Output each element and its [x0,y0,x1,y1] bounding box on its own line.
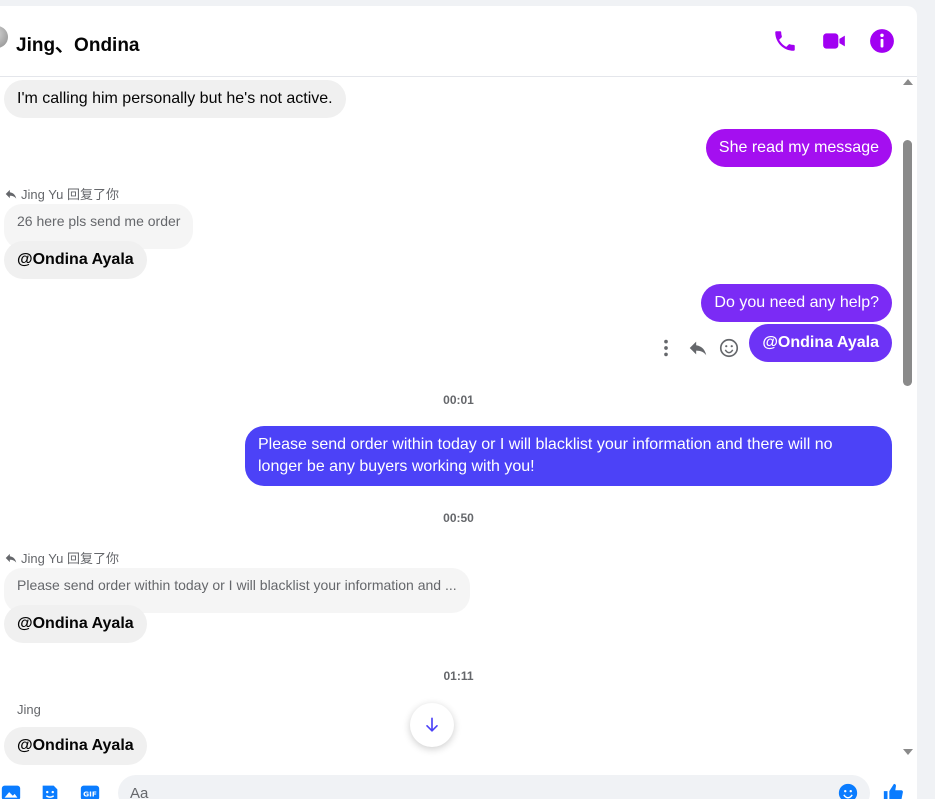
timestamp: 00:50 [443,511,474,525]
message-bubble[interactable]: @Ondina Ayala [4,241,147,279]
message-input[interactable] [118,775,870,799]
message-bubble[interactable]: @Ondina Ayala [749,324,892,362]
video-camera-icon[interactable] [821,28,847,54]
message-bubble[interactable]: I'm calling him personally but he's not … [4,80,346,118]
phone-icon[interactable] [772,28,798,54]
react-emoji-icon[interactable] [718,337,740,359]
message-bubble[interactable]: @Ondina Ayala [4,727,147,765]
avatar[interactable] [0,26,8,48]
gif-icon[interactable]: GIF [79,782,101,799]
chat-window: Jing、Ondina I'm calling him personally b… [0,6,917,799]
timestamp: 00:01 [443,393,474,407]
info-icon[interactable] [869,28,895,54]
reply-label-text: Jing Yu 回复了你 [21,551,120,566]
reply-label: Jing Yu 回复了你 [4,184,119,203]
message-bubble[interactable]: Please send order within today or I will… [245,426,892,486]
reply-icon [5,189,17,199]
arrow-down-icon [426,717,438,732]
chat-header: Jing、Ondina [0,6,917,77]
message-thread[interactable]: I'm calling him personally but he's not … [0,78,917,773]
photo-icon[interactable] [0,782,22,799]
reply-label-text: Jing Yu 回复了你 [21,187,120,202]
reply-icon [5,553,17,563]
scroll-up-arrow-icon[interactable] [903,79,913,85]
like-thumbs-up-icon[interactable] [882,782,904,799]
scrollbar-thumb[interactable] [903,140,912,386]
reply-label: Jing Yu 回复了你 [4,548,119,567]
reply-icon[interactable] [687,337,709,359]
conversation-title[interactable]: Jing、Ondina [16,30,140,57]
timestamp: 01:11 [443,669,474,683]
message-bubble[interactable]: She read my message [705,129,892,167]
sticker-icon[interactable] [39,782,61,799]
scroll-to-bottom-button[interactable] [410,703,454,747]
svg-text:GIF: GIF [83,790,97,799]
message-bubble[interactable]: @Ondina Ayala [4,605,147,643]
emoji-icon[interactable] [837,782,859,799]
more-options-icon[interactable] [655,337,677,359]
scroll-down-arrow-icon[interactable] [903,749,913,755]
message-bubble[interactable]: Do you need any help? [701,284,892,322]
sender-name: Jing [17,702,41,717]
